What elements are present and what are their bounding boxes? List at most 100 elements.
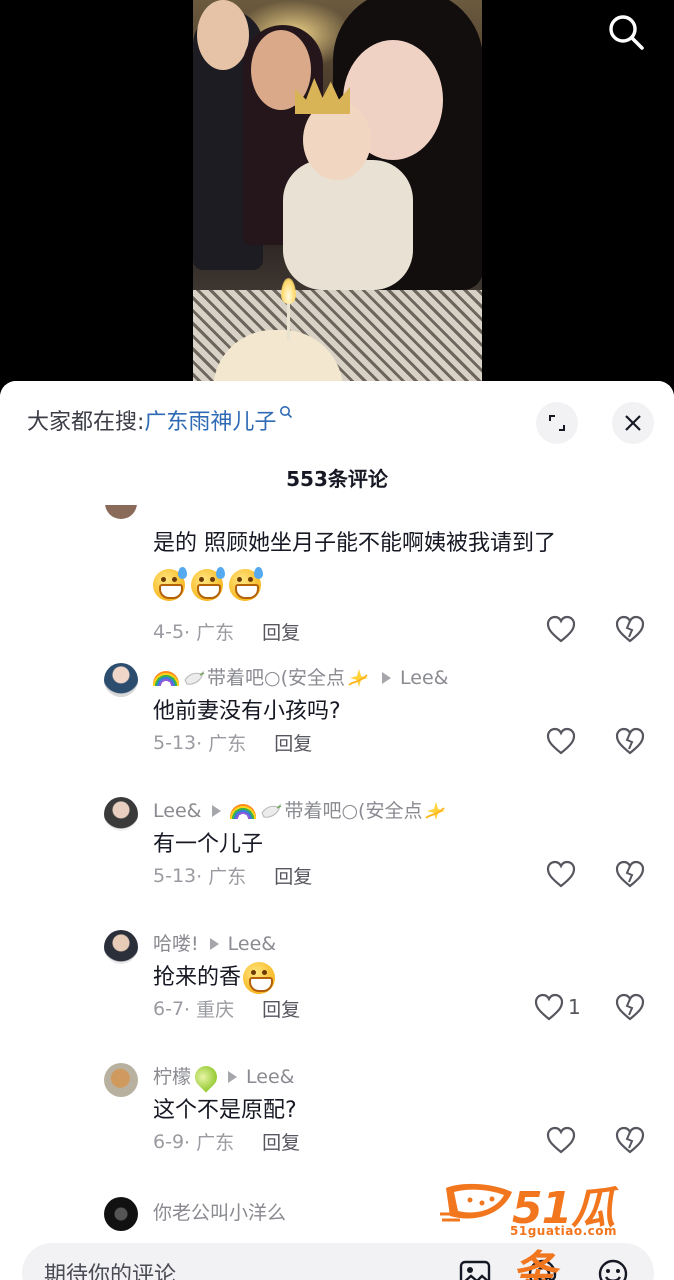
comment-author[interactable]: 柠檬 (153, 1064, 191, 1090)
reply-button[interactable]: 回复 (274, 729, 312, 756)
search-suggestion-prefix: 大家都在搜: (27, 410, 145, 435)
reply-button[interactable]: 回复 (262, 995, 300, 1022)
avatar[interactable] (104, 930, 138, 964)
comment-footer: 5-13 · 广东 回复 (153, 862, 312, 889)
video-baby (283, 160, 413, 290)
comment-list[interactable]: 是的 照顾她坐月子能不能啊姨被我请到了 4-5 · 广东 回复 带着吧○(安全点… (0, 505, 674, 1235)
comment-author[interactable]: Lee& (153, 798, 201, 824)
comment-text: 这个不是原配? (153, 1098, 297, 1123)
comment-author[interactable]: 带着吧○(安全点 (207, 665, 345, 691)
comment-text: 是的 照顾她坐月子能不能啊姨被我请到了 (153, 531, 556, 556)
rainbow-emoji-icon (230, 803, 257, 819)
heart-icon (546, 615, 576, 643)
dizzy-emoji-icon (424, 800, 448, 822)
watermark-url: 51guatiao.com (510, 1224, 618, 1238)
comment-footer: 6-9 · 广东 回复 (153, 1128, 300, 1155)
reply-to-author[interactable]: Lee& (400, 665, 448, 691)
comment-input[interactable]: 期待你的评论 (44, 1257, 176, 1280)
reply-to-author[interactable]: 带着吧○(安全点 (284, 798, 422, 824)
comment-author[interactable]: 哈喽! (153, 931, 199, 957)
like-button[interactable] (546, 1126, 576, 1154)
heart-icon (546, 1126, 576, 1154)
comment-text-row: 抢来的香 (153, 962, 276, 994)
avatar[interactable] (104, 663, 138, 697)
comment-meta: 柠檬 Lee& (153, 1061, 294, 1093)
heart-icon (534, 993, 564, 1021)
reply-button[interactable]: 回复 (262, 618, 300, 645)
comment-footer: 6-7 · 重庆 回复 (153, 995, 300, 1022)
reply-arrow-icon (212, 805, 222, 817)
comment-emojis (153, 567, 263, 601)
comment-date: 6-7 (153, 997, 185, 1020)
comment-location: · 广东 (196, 733, 247, 755)
comment-location: · 广东 (184, 1132, 235, 1154)
comments-sheet: 大家都在搜:广东雨神儿子 553条评论 是的 照顾她坐月子能不能啊姨被我请到了 … (0, 381, 674, 1280)
reply-arrow-icon (209, 938, 219, 950)
search-suggestion-term[interactable]: 广东雨神儿子 (144, 410, 276, 435)
reply-button[interactable]: 回复 (274, 862, 312, 889)
video-candle (287, 300, 290, 340)
video-flame (281, 278, 296, 304)
reply-to-author[interactable]: Lee& (246, 1064, 294, 1090)
comment-date: 5-13 (153, 864, 197, 887)
image-icon[interactable] (458, 1257, 492, 1280)
avatar[interactable] (104, 1063, 138, 1097)
like-count: 1 (568, 995, 581, 1019)
comment-author[interactable]: 你老公叫小洋么 (153, 1200, 286, 1226)
watermelon-logo-icon (440, 1183, 512, 1222)
comment-count: 553条评论 (286, 467, 388, 491)
comment-footer: 5-13 · 广东 回复 (153, 729, 312, 756)
comment-text: 他前妻没有小孩吗? (153, 699, 341, 724)
broken-heart-icon[interactable] (615, 993, 645, 1025)
sheet-header: 大家都在搜:广东雨神儿子 553条评论 (0, 381, 674, 505)
comment-meta: Lee& 带着吧○(安全点 (153, 798, 448, 824)
comment-text: 抢来的香 (153, 965, 242, 990)
expand-icon[interactable] (536, 402, 578, 444)
reply-arrow-icon (382, 672, 391, 684)
grin-sweat-emoji-icon (153, 567, 187, 601)
grin-sweat-emoji-icon (191, 567, 225, 601)
comment-location: · 广东 (196, 866, 247, 888)
comment-text: 有一个儿子 (153, 832, 264, 857)
video-area[interactable] (0, 0, 674, 400)
comment-date: 5-13 (153, 731, 197, 754)
dove-emoji-icon (260, 802, 282, 820)
comment-date: 4-5 (153, 620, 185, 643)
like-button[interactable] (546, 727, 576, 755)
dizzy-emoji-icon (347, 667, 371, 689)
grin-emoji-icon (243, 962, 276, 994)
search-small-icon (279, 397, 293, 419)
grin-sweat-emoji-icon (229, 567, 263, 601)
broken-heart-icon[interactable] (615, 860, 645, 892)
like-button[interactable]: 1 (534, 993, 581, 1021)
dove-emoji-icon (183, 669, 205, 687)
reply-button[interactable]: 回复 (262, 1128, 300, 1155)
heart-icon (546, 860, 576, 888)
comment-location: · 重庆 (184, 999, 235, 1021)
reply-to-author[interactable]: Lee& (228, 931, 276, 957)
video-frame[interactable] (193, 0, 482, 385)
close-icon[interactable] (612, 402, 654, 444)
avatar[interactable] (104, 1197, 138, 1231)
comment-date: 6-9 (153, 1130, 185, 1153)
like-button[interactable] (546, 860, 576, 888)
heart-icon (546, 727, 576, 755)
search-suggestion[interactable]: 大家都在搜:广东雨神儿子 (27, 406, 293, 439)
comment-location: · 广东 (184, 622, 235, 644)
search-icon[interactable] (606, 12, 646, 52)
broken-heart-icon[interactable] (615, 1126, 645, 1158)
watermark: 51瓜条 51guatiao.com (440, 1172, 652, 1280)
avatar[interactable] (104, 797, 138, 831)
comment-meta: 你老公叫小洋么 (153, 1200, 286, 1226)
broken-heart-icon[interactable] (615, 727, 645, 759)
comment-meta: 带着吧○(安全点 Lee& (153, 665, 448, 691)
broken-heart-icon[interactable] (615, 615, 645, 647)
lemon-emoji-icon (190, 1061, 222, 1093)
avatar[interactable] (105, 505, 137, 519)
like-button[interactable] (546, 615, 576, 643)
reply-arrow-icon (228, 1071, 238, 1083)
rainbow-emoji-icon (153, 670, 179, 686)
comment-meta: 哈喽! Lee& (153, 931, 276, 957)
video-face-child (197, 0, 249, 70)
comment-footer: 4-5 · 广东 回复 (153, 618, 300, 645)
